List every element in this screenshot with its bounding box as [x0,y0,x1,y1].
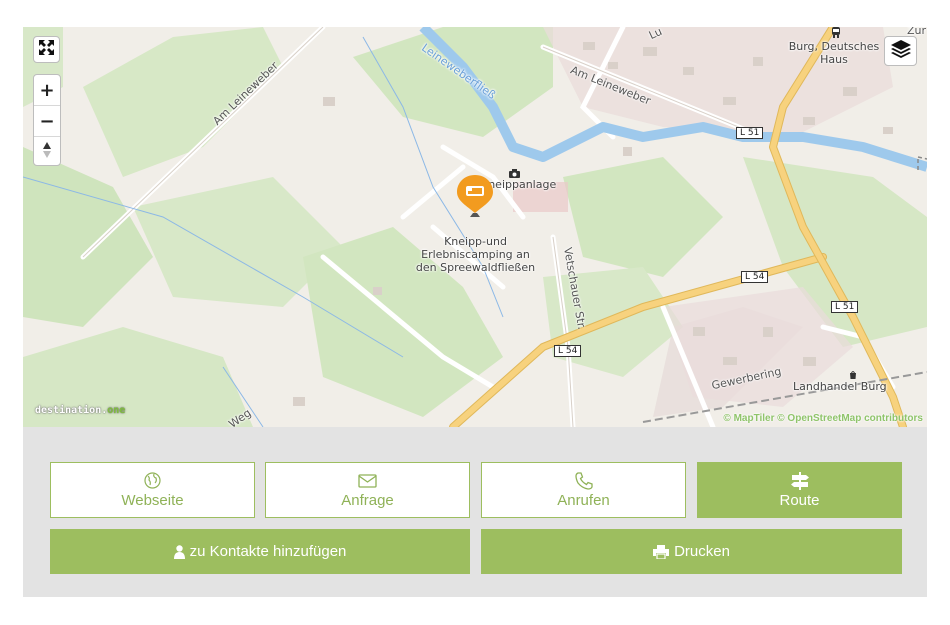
poi-label-landhandel-burg: Landhandel Burg [793,380,887,393]
phone-icon [574,471,593,490]
print-label: Drucken [674,543,730,560]
anfrage-button[interactable]: Anfrage [265,462,470,518]
user-icon [173,543,185,561]
marker-label: Kneipp-und Erlebniscamping an den Spreew… [415,235,536,274]
compass-icon [42,141,52,164]
map-widget: Am Leineweber Am Leineweber Leineweberfl… [23,27,927,597]
fullscreen-button[interactable] [33,36,60,63]
anrufen-label: Anrufen [557,491,610,509]
webseite-label: Webseite [121,491,184,509]
map-attribution[interactable]: © MapTiler © OpenStreetMap contributors [723,413,923,424]
road-shield-l54: L 54 [554,345,582,357]
anfrage-label: Anfrage [341,491,394,509]
webseite-button[interactable]: Webseite [50,462,255,518]
compass-button[interactable] [34,137,60,167]
layers-button[interactable] [884,36,917,66]
envelope-icon [358,472,377,490]
road-shield-l54: L 54 [741,271,769,283]
add-contact-label: zu Kontakte hinzufügen [189,543,347,560]
fullscreen-icon [38,39,55,61]
brand-logo: destination.one [35,405,126,416]
signpost-icon [790,471,810,490]
add-contact-button[interactable]: zu Kontakte hinzufügen [50,529,470,574]
globe-icon [144,472,161,490]
anrufen-button[interactable]: Anrufen [481,462,686,518]
zoom-out-button[interactable]: − [34,106,60,137]
road-shield-l51: L 51 [831,301,859,313]
route-label: Route [779,491,820,509]
road-shield-l51: L 51 [736,127,764,139]
map-canvas[interactable]: Am Leineweber Am Leineweber Leineweberfl… [23,27,927,427]
printer-icon [653,543,670,561]
print-button[interactable]: Drucken [481,529,902,574]
zoom-control: + − [33,74,61,166]
poi-label-burg-deutsches-haus: Burg, Deutsches Haus [788,40,880,66]
zoom-in-button[interactable]: + [34,75,60,106]
location-marker[interactable] [454,173,496,224]
route-button[interactable]: Route [697,462,902,518]
layers-icon [890,39,912,64]
